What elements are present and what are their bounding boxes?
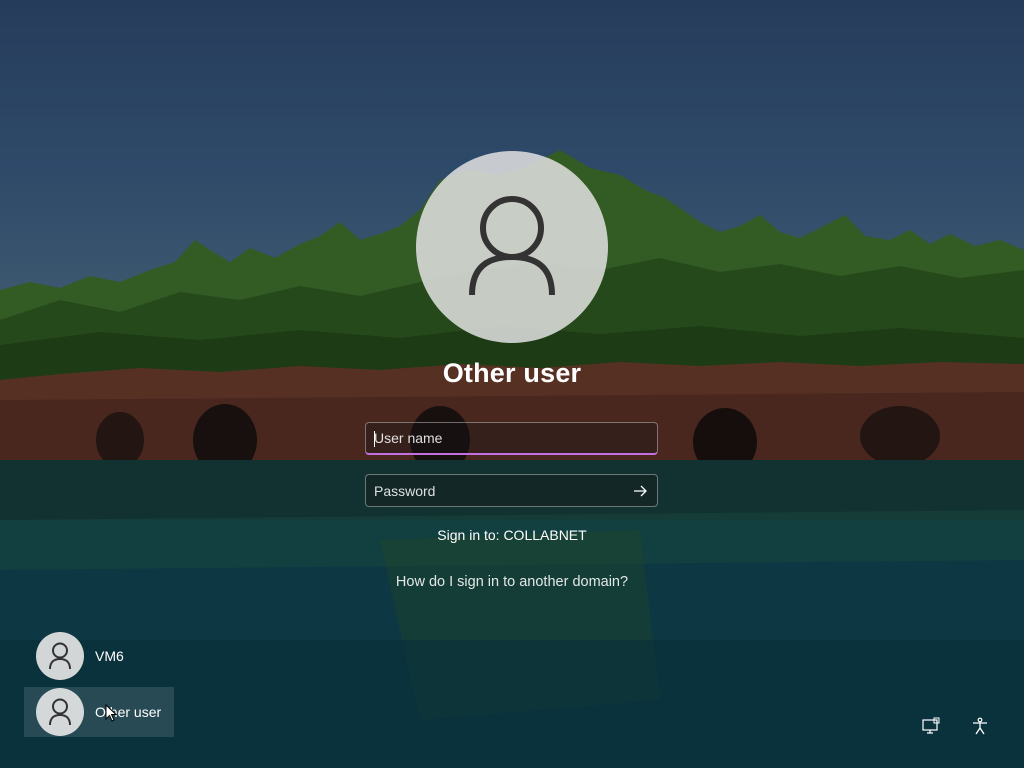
sign-in-domain-label: Sign in to: COLLABNET xyxy=(437,527,587,543)
submit-button[interactable] xyxy=(627,478,653,504)
username-field-wrapper xyxy=(365,422,658,455)
arrow-right-icon xyxy=(634,485,647,497)
user-list-item-other-user[interactable]: Other user xyxy=(24,687,174,737)
network-button[interactable] xyxy=(919,714,943,738)
avatar xyxy=(36,688,84,736)
user-title: Other user xyxy=(442,358,582,388)
user-list-item-vm6[interactable]: VM6 xyxy=(27,631,173,681)
user-list-item-label: VM6 xyxy=(95,648,124,664)
avatar xyxy=(36,632,84,680)
another-domain-link[interactable]: How do I sign in to another domain? xyxy=(312,574,712,590)
network-icon xyxy=(922,717,940,734)
user-avatar-large xyxy=(416,151,608,343)
password-field-wrapper xyxy=(365,474,658,507)
user-icon xyxy=(49,698,71,726)
accessibility-icon xyxy=(973,717,987,735)
text-caret xyxy=(374,431,375,447)
username-input[interactable] xyxy=(366,423,657,453)
user-icon xyxy=(49,642,71,670)
password-input[interactable] xyxy=(366,475,657,506)
user-icon xyxy=(469,196,555,296)
accessibility-button[interactable] xyxy=(968,714,992,738)
mouse-pointer-icon xyxy=(105,704,117,722)
